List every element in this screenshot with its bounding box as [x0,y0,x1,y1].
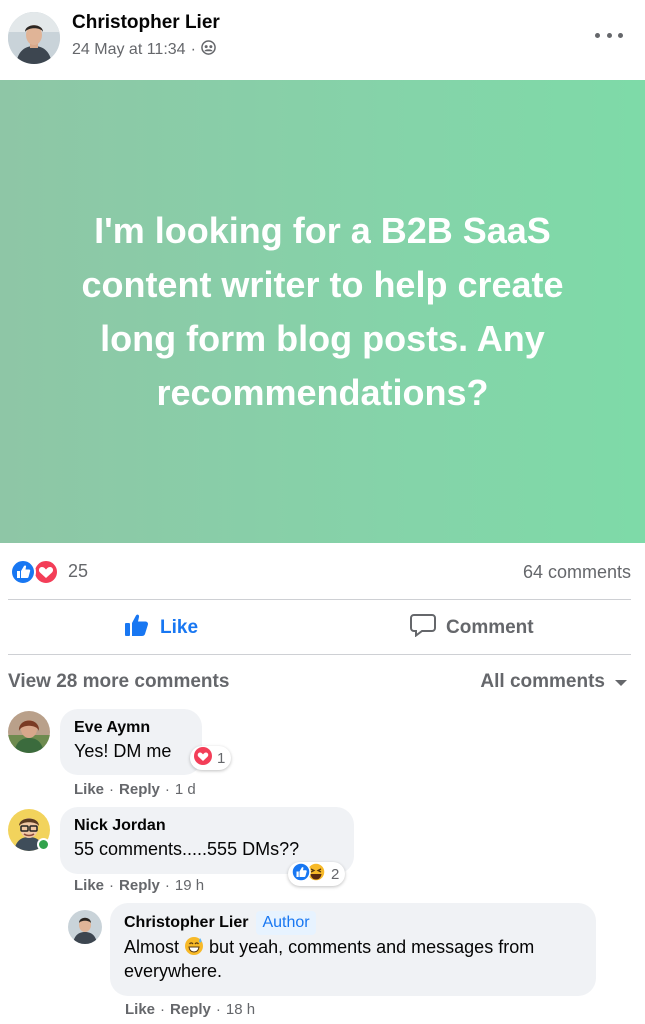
reaction-icons [291,862,327,886]
view-more-comments-link[interactable]: View 28 more comments [8,671,229,693]
post-stats: 25 64 comments [0,555,645,589]
comment-reply-link[interactable]: Reply [119,781,160,798]
comment-label: Comment [446,617,534,638]
post-text-banner: I'm looking for a B2B SaaS content write… [0,80,645,543]
comment-filter-label: All comments [480,671,605,692]
like-button[interactable]: Like [124,612,198,644]
meta-separator: · [109,877,115,894]
meta-separator: · [109,781,115,798]
love-reaction-icon [193,746,213,770]
meta-separator: · [190,41,196,58]
comment-reaction-count: 2 [331,865,340,883]
comment-meta: Like · Reply · 1 d [74,781,196,798]
reaction-summary[interactable] [10,559,62,585]
comment-count[interactable]: 64 comments [523,562,631,583]
comment-meta: Like · Reply · 19 h [74,877,204,894]
post-date[interactable]: 24 May at 11:34 [72,41,186,59]
reply-meta: Like · Reply · 18 h [125,1001,255,1018]
commenter-name[interactable]: Nick Jordan [74,815,340,837]
reply-text: Almost but yeah, comments and messages f… [124,935,582,983]
comment-reaction-count: 1 [217,749,226,767]
comment-time[interactable]: 1 d [175,781,196,798]
author-badge: Author [256,911,316,935]
like-reaction-icon [10,559,36,585]
reply-bubble: Christopher Lier Author Almost but yeah,… [110,903,596,996]
reply-author-avatar[interactable] [68,910,102,944]
comment-reply-link[interactable]: Reply [119,877,160,894]
commenter-name[interactable]: Eve Aymn [74,717,188,739]
meta-separator: · [164,781,170,798]
reply-author-name[interactable]: Christopher Lier [124,912,248,934]
comment-filter-dropdown[interactable]: All comments [480,671,627,693]
comment-like-link[interactable]: Like [74,781,104,798]
love-reaction-icon [33,559,59,585]
comment-time[interactable]: 19 h [175,877,204,894]
caret-down-icon [615,671,627,693]
actions-divider [8,654,631,655]
like-reaction-icon [291,862,311,882]
online-status-indicator [37,838,50,851]
meta-separator: · [160,1001,166,1018]
post-meta: 24 May at 11:34 · [72,40,216,60]
author-name[interactable]: Christopher Lier [72,12,220,34]
post-header: Christopher Lier 24 May at 11:34 · [0,0,645,80]
meta-separator: · [215,1001,221,1018]
comment-like-link[interactable]: Like [74,877,104,894]
group-audience-icon[interactable] [201,40,216,60]
like-label: Like [160,617,199,638]
comment-button[interactable]: Comment [410,612,534,644]
thumbs-up-icon [124,613,150,643]
stats-divider [8,599,631,600]
comment-text: Yes! DM me [74,741,172,761]
reply-like-link[interactable]: Like [125,1001,155,1018]
comment-reactions[interactable]: 1 [190,746,232,770]
commenter-avatar[interactable] [8,711,50,753]
more-options-icon[interactable] [595,24,623,46]
grinning-sweat-emoji-icon [184,936,204,956]
meta-separator: · [164,877,170,894]
reply-text-before: Almost [124,937,180,957]
reaction-count[interactable]: 25 [68,561,88,582]
comment-bubble-icon [410,613,436,643]
reply-author-row: Christopher Lier Author [124,911,582,935]
comment-text: 55 comments.....555 DMs?? [74,839,300,859]
reply-time[interactable]: 18 h [226,1001,255,1018]
post-message: I'm looking for a B2B SaaS content write… [81,209,564,413]
reply-reply-link[interactable]: Reply [170,1001,211,1018]
comment-reactions[interactable]: 2 [288,862,346,886]
comment-bubble: Eve Aymn Yes! DM me [60,709,202,775]
author-avatar[interactable] [8,12,60,64]
